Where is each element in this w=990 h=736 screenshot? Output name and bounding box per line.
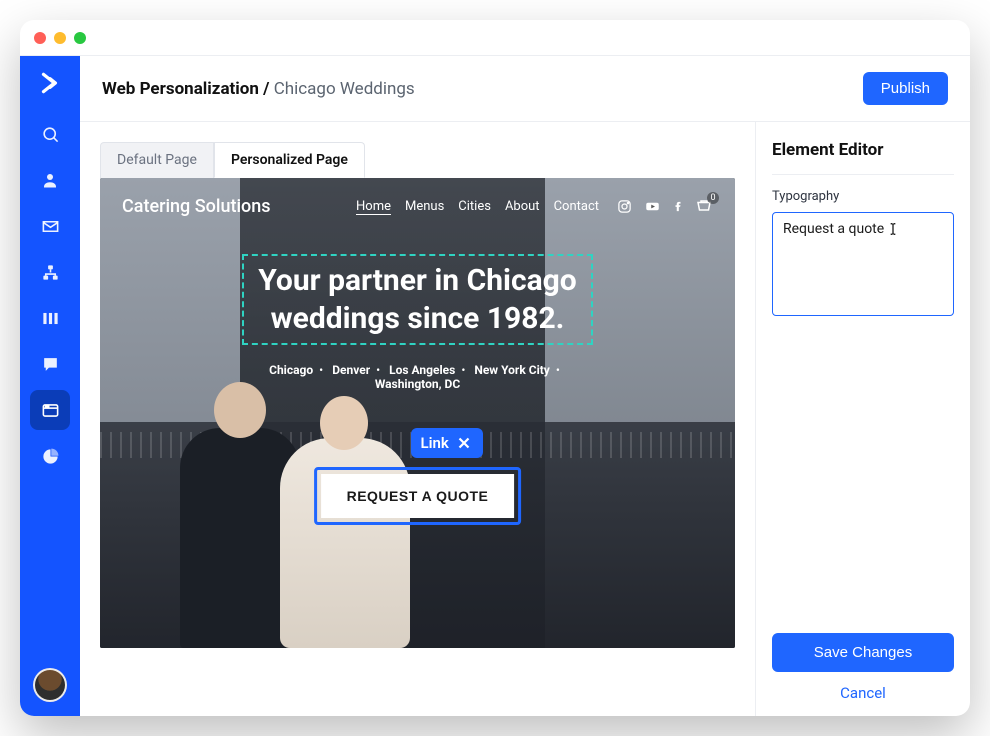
site-nav: Home Menus Cities About Contact [356,199,599,214]
request-quote-button[interactable]: REQUEST A QUOTE [321,474,515,518]
page-tabs: Default Page Personalized Page [100,142,735,178]
publish-button[interactable]: Publish [863,72,948,105]
nav-menus[interactable]: Menus [405,199,444,214]
breadcrumb: Web Personalization / Chicago Weddings [102,79,415,99]
close-icon[interactable] [455,434,473,452]
maximize-window-dot[interactable] [74,32,86,44]
hero-locations: Chicago• Denver• Los Angeles• New York C… [269,363,566,391]
link-tooltip[interactable]: Link [411,428,483,458]
app-logo-icon [37,70,63,96]
minimize-window-dot[interactable] [54,32,66,44]
text-cursor-icon [886,220,900,238]
cart-count: 0 [707,192,719,204]
cart-icon[interactable]: 0 [695,198,713,216]
save-changes-button[interactable]: Save Changes [772,633,954,672]
element-editor-panel: Element Editor Typography Save Changes C… [756,122,970,716]
nav-about[interactable]: About [505,199,540,214]
tab-personalized-page[interactable]: Personalized Page [214,142,365,178]
hero-title-selected[interactable]: Your partner in Chicago weddings since 1… [242,254,592,345]
cta-selection[interactable]: REQUEST A QUOTE [314,467,522,525]
breadcrumb-section: Web Personalization [102,79,259,99]
chart-icon[interactable] [30,436,70,476]
topbar: Web Personalization / Chicago Weddings P… [80,56,970,122]
flow-icon[interactable] [30,252,70,292]
breadcrumb-page: Chicago Weddings [274,79,415,99]
nav-contact[interactable]: Contact [554,199,599,214]
youtube-icon[interactable] [644,199,661,214]
site-brand: Catering Solutions [122,196,271,217]
user-avatar[interactable] [33,668,67,702]
window-titlebar [20,20,970,56]
close-window-dot[interactable] [34,32,46,44]
editor-title: Element Editor [772,140,954,175]
chat-icon[interactable] [30,344,70,384]
columns-icon[interactable] [30,298,70,338]
mail-icon[interactable] [30,206,70,246]
typography-input[interactable] [772,212,954,316]
app-window: Web Personalization / Chicago Weddings P… [20,20,970,716]
tab-default-page[interactable]: Default Page [100,142,214,178]
typography-label: Typography [772,189,954,204]
app-sidebar [20,56,80,716]
user-icon[interactable] [30,160,70,200]
window-icon[interactable] [30,390,70,430]
nav-home[interactable]: Home [356,199,391,214]
search-icon[interactable] [30,114,70,154]
facebook-icon[interactable] [673,199,683,214]
hero-image [160,408,420,648]
cancel-button[interactable]: Cancel [772,684,954,702]
instagram-icon[interactable] [617,199,632,214]
preview-canvas: Catering Solutions Home Menus Cities Abo… [100,178,735,648]
nav-cities[interactable]: Cities [458,199,491,214]
